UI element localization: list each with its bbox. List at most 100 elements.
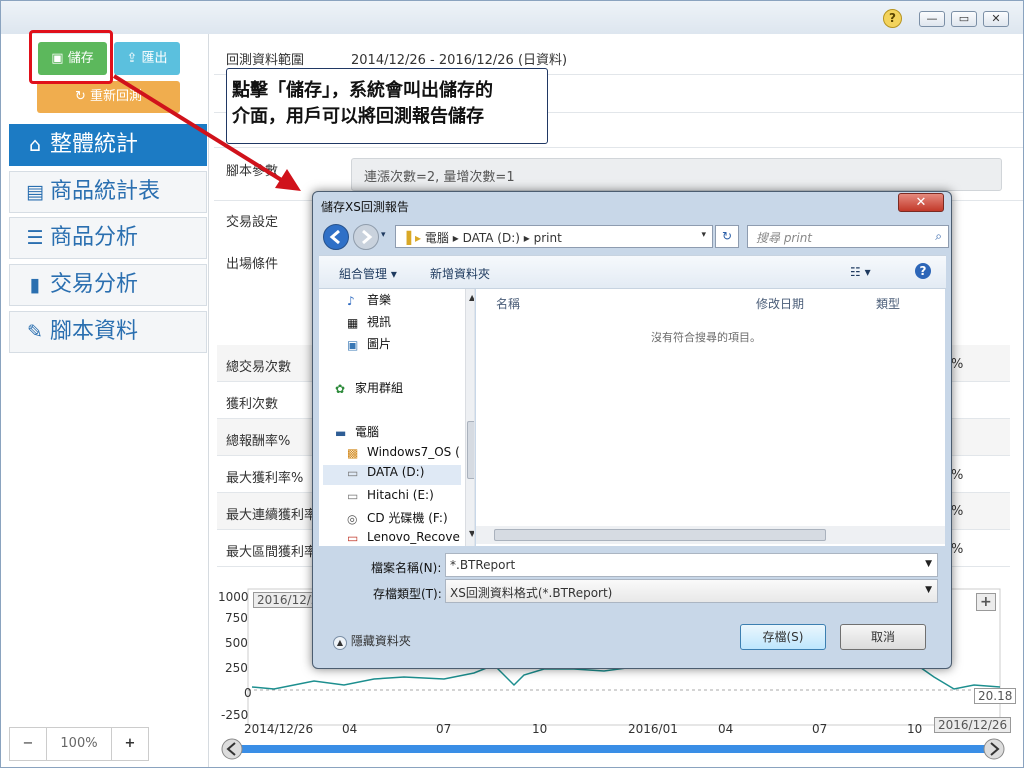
refresh-icon: ↻ [721,229,733,243]
filetype-select[interactable]: XS回測資料格式(*.BTReport) ▼ [445,579,938,603]
nav-label: 腳本資料 [50,319,139,344]
path-separator: ▸ [448,231,463,245]
hide-folders-toggle[interactable]: ▲ 隱藏資料夾 [333,632,411,650]
tree-label: 視訊 [367,315,392,329]
path-separator: ▸ [519,231,534,245]
navigator-left-handle[interactable] [221,738,243,760]
help-icon[interactable]: ? [915,263,931,279]
address-dropdown-icon[interactable]: ▾ [701,230,706,240]
tree-label: DATA (D:) [367,465,425,479]
nav-script-data[interactable]: ✎ 腳本資料 [9,311,207,353]
y-tick: 1000 [218,590,249,604]
minimize-button[interactable]: — [919,11,945,27]
scroll-down-icon[interactable]: ▼ [469,529,474,538]
music-icon: ♪ [347,294,355,308]
app-window: ? — ▭ ✕ ▣ 儲存 ⇪ 匯出 ↻ 重新回測 ⌂ 整體統計 ▤ 商品統計表 ☰ 商… [0,0,1024,768]
forward-button[interactable] [353,224,379,250]
trade-settings-label: 交易設定 [226,215,279,230]
nav-label: 商品分析 [50,225,139,250]
nav-label: 交易分析 [50,272,139,297]
dialog-save-button[interactable]: 存檔(S) [740,624,826,650]
chevron-down-icon[interactable]: ▼ [925,585,932,595]
path-segment[interactable]: print [534,231,562,245]
scroll-up-icon[interactable]: ▲ [469,293,474,302]
zoom-in-button[interactable]: + [111,727,149,761]
callout-line-2: 介面，用戶可以將回測報告儲存 [232,106,484,127]
tree-item-music[interactable]: ♪ 音樂 [347,291,391,311]
chevron-down-icon[interactable]: ▼ [925,559,932,569]
new-folder-button[interactable]: 新增資料夾 [430,265,490,282]
range-value: 2014/12/26 - 2016/12/26 (日資料) [351,53,568,68]
scroll-thumb[interactable] [467,421,474,479]
y-tick: -250 [221,708,249,722]
path-segment[interactable]: DATA (D:) [463,231,520,245]
column-modified[interactable]: 修改日期 [756,295,804,312]
tree-item-homegroup[interactable]: ✿ 家用群組 [335,379,403,399]
dialog-cancel-button[interactable]: 取消 [840,624,926,650]
column-name[interactable]: 名稱 [496,295,520,312]
filename-input[interactable]: *.BTReport ▼ [445,553,938,577]
exit-condition-label: 出場條件 [226,257,279,272]
homegroup-icon: ✿ [335,382,346,396]
zoom-out-button[interactable]: − [9,727,47,761]
path-segment[interactable]: 電腦 [425,231,449,245]
drive-icon: ▭ [347,531,359,545]
chart-navigator[interactable] [221,738,1009,760]
collapse-icon: ▲ [333,636,347,650]
nav-product-analysis[interactable]: ☰ 商品分析 [9,217,207,259]
empty-message: 沒有符合搜尋的項目。 [651,331,761,344]
chart-add-button[interactable]: + [976,593,996,611]
tree-item-cd-drive[interactable]: ◎ CD 光碟機 (F:) [347,509,448,529]
percent-mark: % [951,468,964,483]
title-bar: ? — ▭ ✕ [1,1,1023,34]
drive-icon: ▭ [347,466,359,480]
organize-menu[interactable]: 組合管理 ▾ [339,265,397,282]
nav-trade-analysis[interactable]: ▮ 交易分析 [9,264,207,306]
rerun-button[interactable]: ↻ 重新回測 [37,81,180,113]
divider [214,147,1023,148]
tree-item-lenovo-drive[interactable]: ▭ Lenovo_Recove [347,530,460,546]
address-bar[interactable]: ▐ ▸ 電腦 ▸ DATA (D:) ▸ print ▾ [395,225,713,248]
arrow-left-icon [329,229,340,245]
tree-item-d-drive[interactable]: ▭ DATA (D:) [323,465,461,485]
tree-item-pictures[interactable]: ▣ 圖片 [347,335,391,355]
x-tick: 2014/12/26 [244,722,314,736]
maximize-button[interactable]: ▭ [951,11,977,27]
zoom-level: 100% [46,727,112,761]
close-window-button[interactable]: ✕ [983,11,1009,27]
search-input[interactable]: 搜尋 print ⌕ [747,225,949,248]
search-icon: ⌕ [935,229,942,243]
x-tick: 10 [532,722,548,736]
dialog-close-button[interactable]: ✕ [898,193,944,212]
tree-scrollbar[interactable]: ▲ ▼ [465,289,474,546]
tree-item-e-drive[interactable]: ▭ Hitachi (E:) [347,488,434,508]
dialog-nav-bar: ▾ ▐ ▸ 電腦 ▸ DATA (D:) ▸ print ▾ ↻ 搜尋 prin… [319,222,949,252]
tree-item-computer[interactable]: ▬ 電腦 [335,423,379,443]
view-options-icon[interactable]: ☷ ▾ [850,265,871,279]
dialog-title: 儲存XS回測報告 [321,200,409,214]
y-tick: 0 [244,686,252,700]
nav-overall-stats[interactable]: ⌂ 整體統計 [9,124,207,166]
filetype-label: 存檔類型(T): [373,587,442,601]
file-list-hscrollbar[interactable] [476,526,945,544]
hscroll-thumb[interactable] [494,529,826,541]
navigator-bar[interactable] [233,745,997,753]
history-dropdown-icon[interactable]: ▾ [381,230,386,240]
back-button[interactable] [323,224,349,250]
home-icon: ⌂ [28,134,42,156]
tree-item-c-drive[interactable]: ▩ Windows7_OS ( [347,445,460,465]
computer-icon: ▬ [335,426,347,440]
export-button[interactable]: ⇪ 匯出 [114,42,180,75]
video-icon: ▦ [347,316,359,330]
export-label: 匯出 [141,51,168,66]
nav-product-table[interactable]: ▤ 商品統計表 [9,171,207,213]
percent-mark: % [951,542,964,557]
tree-label: Hitachi (E:) [367,488,434,502]
refresh-button[interactable]: ↻ [715,225,739,248]
help-icon[interactable]: ? [883,9,902,28]
rerun-label: 重新回測 [90,89,143,104]
column-type[interactable]: 類型 [876,295,900,312]
navigator-right-handle[interactable] [983,738,1005,760]
tree-label: CD 光碟機 (F:) [367,511,448,525]
tree-item-video[interactable]: ▦ 視訊 [347,313,391,333]
